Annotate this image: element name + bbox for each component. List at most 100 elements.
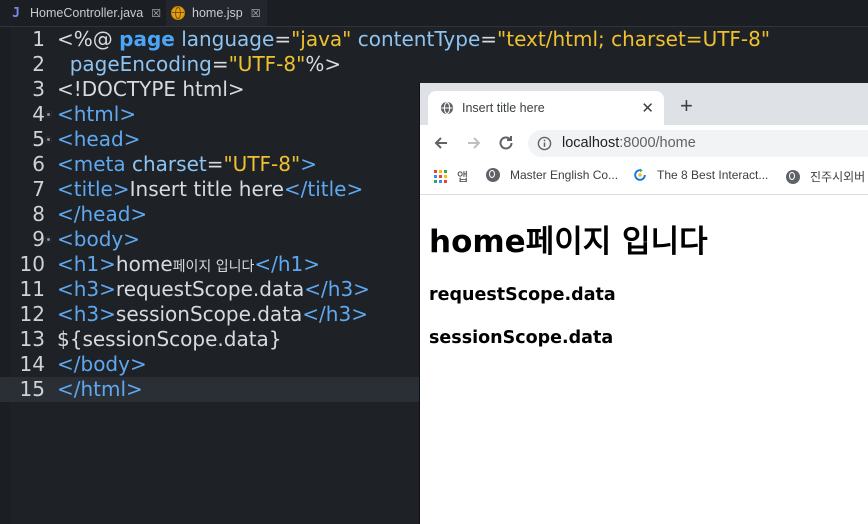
code-token: <h3> — [57, 302, 116, 326]
code-text: <h1>home페이지 입니다</h1> — [57, 252, 320, 280]
line-number: 12 — [19, 302, 45, 326]
new-tab-button[interactable]: + — [680, 95, 693, 117]
code-token: </h3> — [302, 302, 368, 326]
forward-button[interactable] — [463, 132, 485, 154]
session-scope-heading: sessionScope.data — [429, 328, 614, 348]
code-token: <html> — [57, 102, 137, 126]
close-icon[interactable]: ✕ — [641, 99, 654, 117]
code-text: </html> — [57, 377, 143, 402]
bookmark-jinju[interactable]: 진주시외버 — [786, 168, 865, 185]
code-token: page — [119, 27, 175, 51]
request-scope-heading: requestScope.data — [429, 285, 616, 305]
bookmarks-bar: 앱 Master English Co... The 8 Best Intera… — [420, 161, 868, 195]
line-number: 11 — [19, 277, 45, 301]
code-text: pageEncoding="UTF-8"%> — [57, 52, 341, 77]
close-tab-icon[interactable]: ☒ — [151, 7, 161, 20]
code-token: "java" — [291, 27, 352, 51]
code-token: </h3> — [304, 277, 370, 301]
code-line[interactable]: 1 <%@ page language="java" contentType="t… — [0, 27, 868, 52]
code-line[interactable]: 2 pageEncoding="UTF-8"%> — [0, 52, 868, 77]
code-token: <h1> — [57, 252, 116, 276]
globe-icon — [786, 169, 800, 184]
line-number: 4 — [32, 102, 45, 126]
tab-label: home.jsp — [192, 6, 243, 20]
bookmark-label: Master English Co... — [510, 168, 619, 182]
code-text: <html> — [57, 102, 136, 127]
line-number: 7 — [32, 177, 45, 201]
browser-toolbar: localhost:8000/home — [420, 125, 868, 161]
code-token: </body> — [57, 352, 147, 376]
info-icon[interactable] — [537, 136, 552, 151]
code-token: %> — [305, 52, 342, 76]
tab-homecontroller-java[interactable]: J HomeController.java ☒ — [8, 0, 167, 26]
url-text: localhost:8000/home — [562, 135, 696, 151]
code-token: <!DOCTYPE html> — [57, 77, 245, 101]
bookmark-label: 진주시외버 — [810, 170, 866, 184]
line-number: 8 — [32, 202, 45, 226]
jsp-file-icon — [170, 5, 186, 21]
code-text: </body> — [57, 352, 147, 377]
code-token: </html> — [57, 377, 143, 401]
code-text: <body> — [57, 227, 140, 252]
code-token: <title> — [57, 177, 130, 201]
code-token: <head> — [57, 127, 141, 151]
back-arrow-icon — [434, 137, 447, 149]
code-token: = — [211, 52, 229, 76]
code-token: "UTF-8" — [228, 52, 306, 76]
line-number: 3 — [32, 77, 45, 101]
rendered-page: home페이지 입니다 requestScope.data sessionSco… — [420, 195, 868, 524]
code-token: <meta — [57, 152, 132, 176]
fold-toggle-icon[interactable] — [45, 136, 52, 143]
code-text: ${sessionScope.data} — [57, 327, 282, 352]
code-text: <!DOCTYPE html> — [57, 77, 245, 102]
code-token: "text/html; charset=UTF-8" — [497, 27, 771, 51]
code-token: 페이지 입니다 — [172, 259, 255, 275]
editor-tab-bar: J HomeController.java ☒ home.jsp ☒ — [0, 0, 868, 27]
bookmark-apps[interactable]: 앱 — [434, 168, 468, 185]
line-number: 13 — [19, 327, 45, 351]
code-token: Insert title here — [129, 177, 284, 201]
code-token: contentType — [357, 27, 481, 51]
refresh-circle-icon — [634, 168, 646, 181]
code-token: = — [480, 27, 498, 51]
line-number: 10 — [19, 252, 45, 276]
apps-grid-icon — [434, 170, 447, 183]
code-token: ${sessionScope.data} — [57, 327, 282, 351]
bookmark-8-best-interact[interactable]: The 8 Best Interact... — [633, 168, 768, 182]
code-token: </h1> — [254, 252, 321, 276]
code-token: > — [300, 152, 317, 176]
tab-home-jsp[interactable]: home.jsp ☒ — [166, 0, 267, 26]
forward-arrow-icon — [468, 137, 481, 149]
fold-toggle-icon[interactable] — [45, 111, 52, 118]
tab-label: HomeController.java — [30, 6, 144, 20]
back-button[interactable] — [430, 132, 452, 154]
code-token: <%@ — [57, 27, 120, 51]
address-bar[interactable]: localhost:8000/home — [528, 130, 868, 157]
globe-icon — [440, 101, 454, 115]
bookmark-master-english[interactable]: Master English Co... — [486, 168, 618, 182]
fold-toggle-icon[interactable] — [45, 236, 52, 243]
browser-tab-strip: Insert title here ✕ + — [420, 83, 868, 125]
code-text: <title>Insert title here</title> — [57, 177, 363, 202]
code-token: pageEncoding — [69, 52, 212, 76]
browser-tab[interactable]: Insert title here ✕ — [428, 91, 664, 125]
line-number: 5 — [32, 127, 45, 151]
code-token: requestScope.data — [115, 277, 305, 301]
bookmark-label: 앱 — [457, 170, 469, 184]
code-token: = — [206, 152, 224, 176]
code-text: <%@ page language="java" contentType="te… — [57, 27, 770, 52]
close-tab-icon[interactable]: ☒ — [251, 7, 261, 20]
url-path: :8000/home — [619, 135, 696, 151]
page-heading: home페이지 입니다 — [429, 224, 708, 260]
code-text: <meta charset="UTF-8"> — [57, 152, 317, 177]
line-number: 1 — [32, 27, 45, 51]
line-number: 9 — [32, 227, 45, 251]
code-token: </head> — [57, 202, 148, 226]
line-number: 14 — [19, 352, 45, 376]
reload-button[interactable] — [495, 132, 517, 154]
line-number: 2 — [32, 52, 45, 76]
globe-icon — [486, 168, 500, 182]
code-token: </title> — [283, 177, 364, 201]
code-token: <h3> — [57, 277, 116, 301]
